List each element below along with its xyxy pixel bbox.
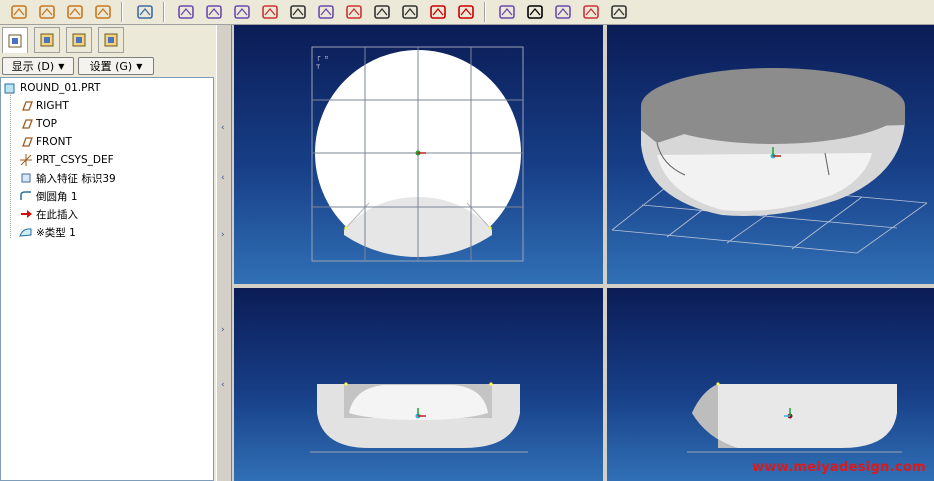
model-tree: ROUND_01.PRT RIGHT TOP FRONT PRT_CSYS_DEF 输入特…: [0, 77, 214, 481]
coordinate-system-icon: [18, 153, 34, 167]
top-view-graphic: ┌ ▫ ⊤: [311, 46, 524, 262]
expand-arrow-icon[interactable]: ›: [221, 325, 227, 335]
iso-view-graphic: [611, 68, 928, 254]
spin-center-icon[interactable]: [134, 1, 156, 23]
curvature-icon[interactable]: [231, 1, 253, 23]
tree-node-label: ROUND_01.PRT: [20, 82, 101, 94]
settings-menu-label: 设置 (G): [89, 60, 133, 73]
tree-node[interactable]: 在此插入: [18, 206, 78, 222]
tree-node[interactable]: 倒圆角 1: [18, 188, 78, 204]
tree-node-label: 输入特征 标识39: [36, 172, 116, 185]
toolbar-separator: [121, 2, 123, 22]
insert-here-arrow-icon: [18, 207, 34, 221]
side-view-graphic: [687, 382, 902, 453]
reflection-analysis-icon[interactable]: [552, 1, 574, 23]
offset-icon[interactable]: [371, 1, 393, 23]
tab-favorites-icon[interactable]: [66, 27, 92, 53]
svg-text:┌ ▫: ┌ ▫: [316, 53, 329, 61]
collapse-arrow-icon[interactable]: ‹: [221, 380, 227, 390]
tree-node[interactable]: RIGHT: [18, 98, 69, 114]
shading-analysis-icon[interactable]: [259, 1, 281, 23]
expand-arrow-icon[interactable]: ›: [221, 230, 227, 240]
viewport-side-view[interactable]: www.meiyadesign.com: [607, 288, 934, 481]
tree-node[interactable]: PRT_CSYS_DEF: [18, 152, 114, 168]
tree-node[interactable]: ROUND_01.PRT: [2, 80, 100, 96]
collapse-arrow-icon[interactable]: ‹: [221, 123, 227, 133]
datum-plane-icon: [18, 99, 34, 113]
style-feature-icon: [18, 225, 34, 239]
show-menu-button[interactable]: 显示 (D) ▼: [2, 57, 74, 75]
whats-this-help-icon[interactable]: [524, 1, 546, 23]
tree-node[interactable]: TOP: [18, 116, 57, 132]
chevron-down-icon: ▼: [58, 61, 65, 71]
tree-node-label: ※类型 1: [36, 226, 76, 239]
slope-analysis-icon[interactable]: [343, 1, 365, 23]
measure-curve-icon[interactable]: [496, 1, 518, 23]
viewport-isometric-view[interactable]: [607, 25, 934, 284]
tree-node-label: 倒圆角 1: [36, 190, 78, 203]
section-icon[interactable]: [315, 1, 337, 23]
navigator-panel: 显示 (D) ▼ 设置 (G) ▼ ROUND_01.PRT RIGHT TOP FR…: [0, 25, 216, 481]
tab-connections-icon[interactable]: [98, 27, 124, 53]
tree-node-label: 在此插入: [36, 208, 78, 221]
tab-model-tree-icon[interactable]: [2, 27, 28, 53]
tree-node[interactable]: FRONT: [18, 134, 72, 150]
delete-all-analysis-icon[interactable]: [455, 1, 477, 23]
tree-node-label: PRT_CSYS_DEF: [36, 154, 114, 166]
chevron-down-icon: ▼: [136, 61, 143, 71]
analysis-measure-icon[interactable]: [175, 1, 197, 23]
svg-text:⊤: ⊤: [316, 63, 320, 71]
round-feature-icon: [18, 189, 34, 203]
datum-plane-display-icon[interactable]: [8, 1, 30, 23]
part-side-profile: [692, 384, 897, 448]
viewport-front-view[interactable]: [234, 288, 603, 481]
navigator-tabs: [0, 25, 216, 55]
datum-axis-display-icon[interactable]: [36, 1, 58, 23]
watermark-text: www.meiyadesign.com: [752, 460, 926, 475]
coordinate-system-display-icon[interactable]: [92, 1, 114, 23]
datum-plane-icon: [18, 117, 34, 131]
datum-plane-icon: [18, 135, 34, 149]
tree-menu-bar: 显示 (D) ▼ 设置 (G) ▼: [0, 56, 216, 78]
tab-folder-browser-icon[interactable]: [34, 27, 60, 53]
import-feature-icon: [18, 171, 34, 185]
show-menu-label: 显示 (D): [11, 60, 55, 73]
tree-node[interactable]: 输入特征 标识39: [18, 170, 116, 186]
toolbar-separator: [484, 2, 486, 22]
tree-node-label: TOP: [36, 118, 58, 130]
toolbar-separator: [163, 2, 165, 22]
tree-node[interactable]: ※类型 1: [18, 224, 76, 240]
main-toolbar: [0, 0, 934, 25]
tree-node-label: FRONT: [36, 136, 72, 148]
graph-icon[interactable]: [399, 1, 421, 23]
datum-point-display-icon[interactable]: [64, 1, 86, 23]
tree-node-label: RIGHT: [36, 100, 69, 112]
tree-connector: [10, 92, 11, 238]
delete-analysis-icon[interactable]: [427, 1, 449, 23]
settings-menu-button[interactable]: 设置 (G) ▼: [78, 57, 154, 75]
draft-check-icon[interactable]: [287, 1, 309, 23]
panel-splitter[interactable]: ‹ ‹ › › ‹: [216, 25, 232, 481]
front-view-graphic: [310, 382, 528, 453]
saved-analysis-icon[interactable]: [608, 1, 630, 23]
viewport-top-view[interactable]: ┌ ▫ ⊤: [234, 25, 603, 284]
collapse-arrow-icon[interactable]: ‹: [221, 173, 227, 183]
highlight-analysis-icon[interactable]: [580, 1, 602, 23]
analysis-model-icon[interactable]: [203, 1, 225, 23]
